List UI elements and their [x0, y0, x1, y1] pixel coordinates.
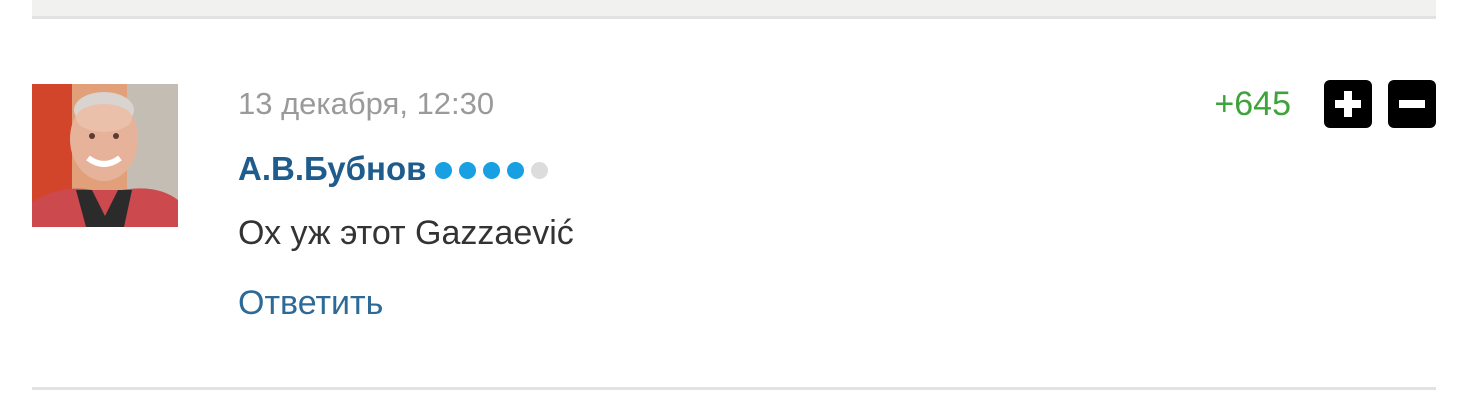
downvote-button[interactable] — [1388, 80, 1436, 128]
rating-dot-filled — [483, 161, 501, 179]
comment-body: Ох уж этот Gazzaević — [238, 214, 574, 252]
vote-area: +645 — [1214, 80, 1436, 128]
upvote-button[interactable] — [1324, 80, 1372, 128]
comment-timestamp: 13 декабря, 12:30 — [238, 86, 495, 121]
rating-dot-empty — [531, 161, 549, 179]
reply-link[interactable]: Ответить — [238, 284, 383, 323]
user-avatar[interactable] — [32, 84, 178, 227]
comment-score: +645 — [1214, 84, 1291, 123]
rating-dot-filled — [507, 161, 525, 179]
previous-comment-divider — [32, 0, 1436, 19]
comment-bottom-divider — [32, 387, 1436, 390]
rating-dot-filled — [459, 161, 477, 179]
author-name-link[interactable]: А.В.Бубнов — [238, 150, 426, 188]
avatar-photo — [32, 84, 178, 227]
user-rating-dots — [435, 161, 555, 179]
comment: 13 декабря, 12:30 А.В.Бубнов Ох уж этот … — [32, 80, 1436, 334]
author-row: А.В.Бубнов — [238, 150, 555, 188]
rating-dot-filled — [435, 161, 453, 179]
